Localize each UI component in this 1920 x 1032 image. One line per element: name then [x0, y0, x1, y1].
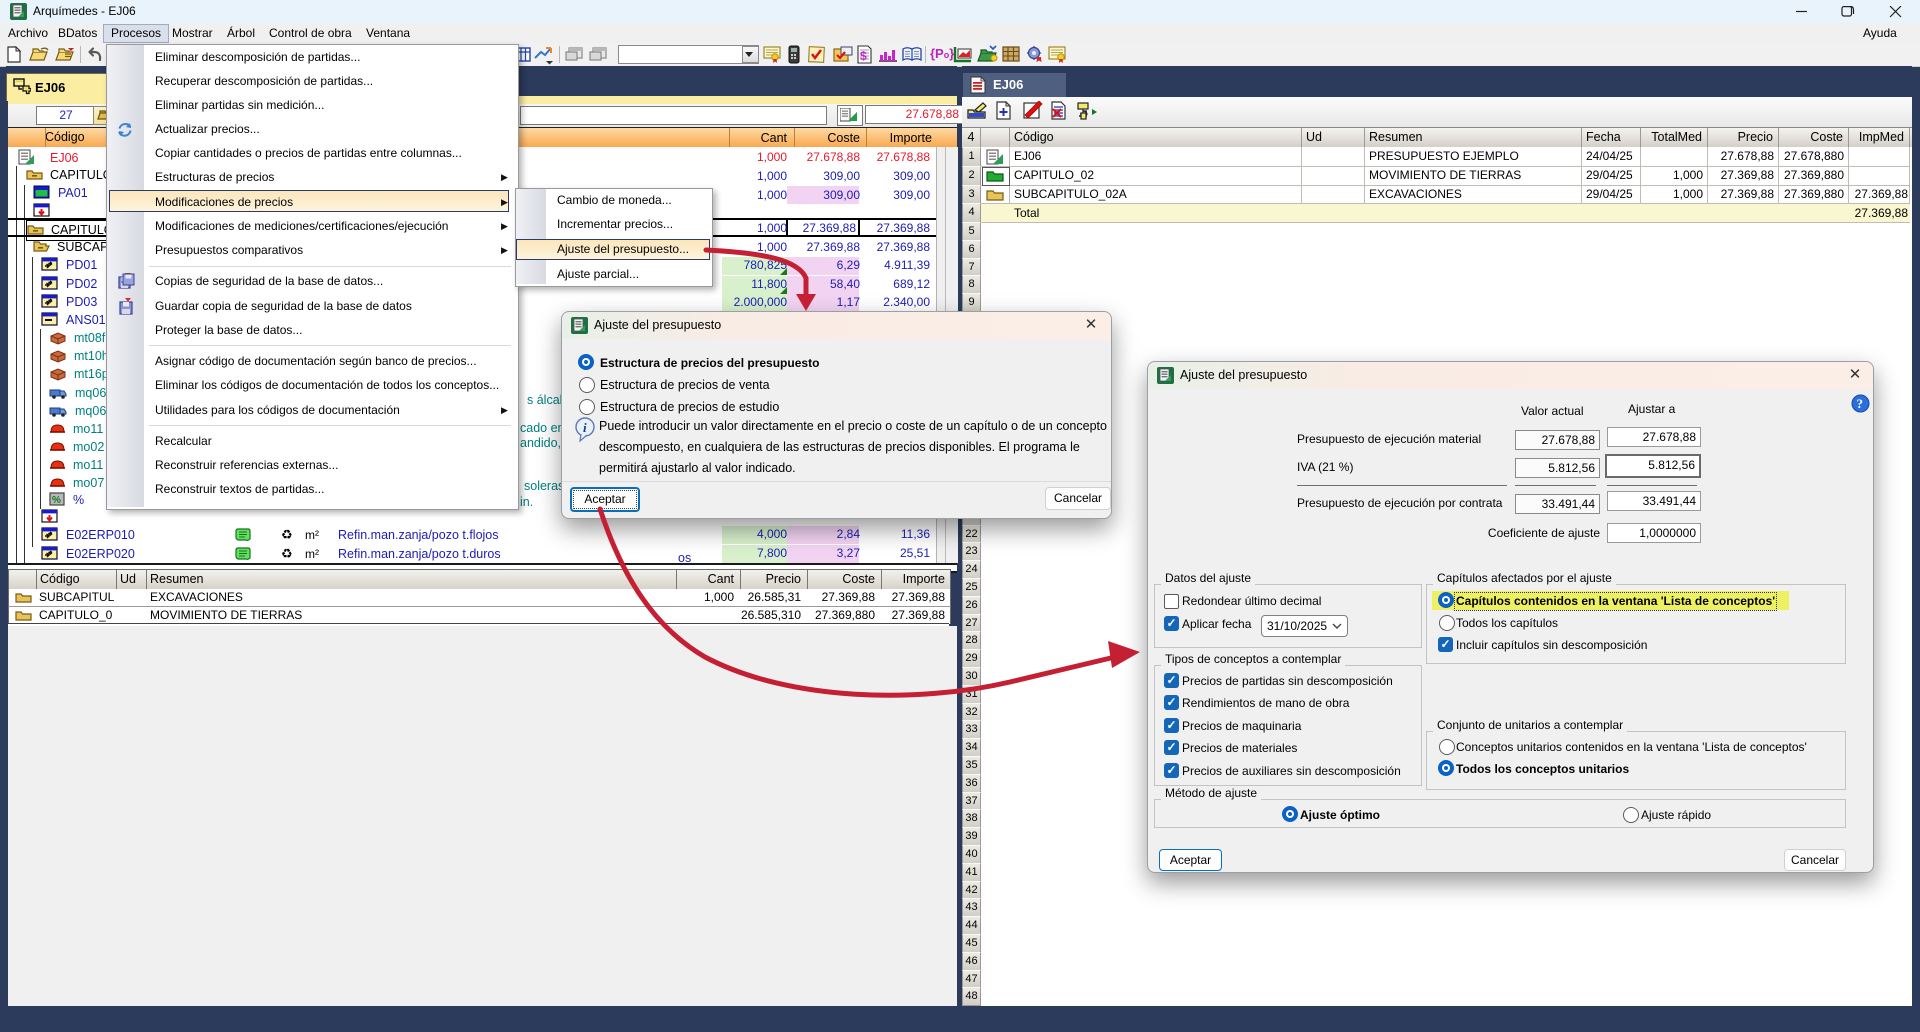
svg-text:i: i [583, 420, 587, 435]
svg-text:?: ? [1857, 396, 1864, 411]
svg-text:$: $ [860, 49, 867, 63]
svg-text:%: % [52, 495, 61, 506]
